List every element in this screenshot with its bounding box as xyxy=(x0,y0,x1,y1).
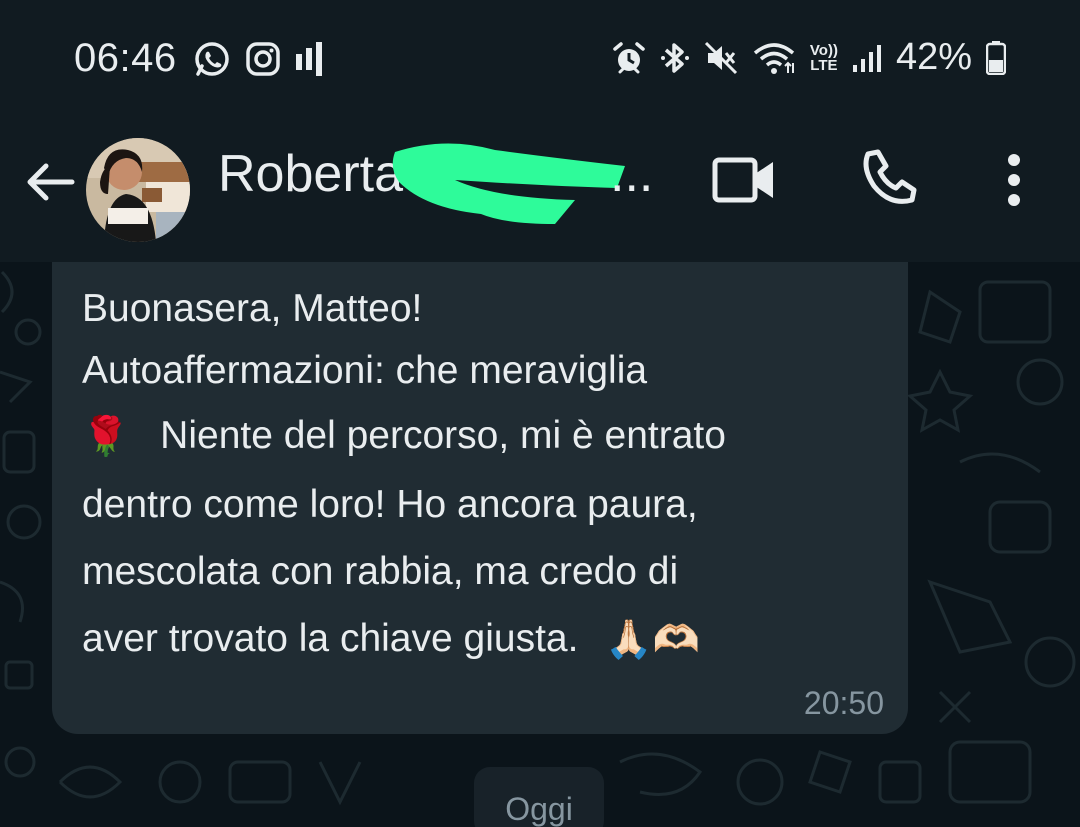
date-separator: Oggi xyxy=(474,767,604,827)
volte-icon: Vo)) LTE xyxy=(810,43,838,73)
instagram-icon xyxy=(246,42,280,76)
message-line: aver trovato la chiave giusta. 🙏🏻🫶🏻 xyxy=(82,605,882,674)
video-call-icon[interactable] xyxy=(712,154,776,206)
volte-label-top: Vo)) xyxy=(809,41,838,59)
chat-area[interactable]: Buonasera, Matteo! Autoaffermazioni: che… xyxy=(0,262,1080,827)
date-separator-label: Oggi xyxy=(505,791,573,827)
message-text: Buonasera, Matteo! Autoaffermazioni: che… xyxy=(82,278,882,674)
message-line-text: aver trovato la chiave giusta. xyxy=(82,617,579,661)
contact-name[interactable]: Roberta xyxy=(218,144,403,204)
message-line: 🌹 Niente del percorso, mi è entrato xyxy=(82,402,882,471)
notification-icons xyxy=(193,40,325,78)
system-icons: Vo)) LTE 42% xyxy=(612,36,1006,79)
message-line-text: Niente del percorso, mi è entrato xyxy=(160,414,726,457)
message-line: Buonasera, Matteo! xyxy=(82,287,423,330)
message-line: dentro come loro! Ho ancora paura, xyxy=(82,483,698,527)
bluetooth-icon xyxy=(660,42,689,73)
cell-signal-icon xyxy=(852,44,881,72)
message-time: 20:50 xyxy=(803,685,884,721)
battery-percent: 42% xyxy=(895,36,972,78)
whatsapp-icon xyxy=(195,42,229,76)
pray-heart-emojis: 🙏🏻🫶🏻 xyxy=(605,619,700,662)
battery-icon xyxy=(986,40,1006,75)
wifi-icon xyxy=(753,42,795,74)
mute-icon xyxy=(704,41,737,74)
clock: 06:46 xyxy=(74,36,177,80)
phone-icon[interactable] xyxy=(860,148,918,206)
alarm-icon xyxy=(613,41,645,73)
more-options-icon[interactable] xyxy=(1002,150,1026,210)
status-bar: 06:46 Vo)) LTE 42% xyxy=(0,0,1080,118)
message-bubble[interactable]: Buonasera, Matteo! Autoaffermazioni: che… xyxy=(52,262,908,734)
chat-header: Roberta ... xyxy=(0,118,1080,263)
signal-bars-icon xyxy=(296,42,322,76)
avatar[interactable] xyxy=(86,138,190,242)
message-line: Autoaffermazioni: che meraviglia xyxy=(82,349,648,392)
rose-emoji: 🌹 xyxy=(82,416,130,459)
message-line: mescolata con rabbia, ma credo di xyxy=(82,550,679,594)
volte-label-bottom: LTE xyxy=(810,56,838,74)
redaction-scribble xyxy=(392,143,625,224)
name-ellipsis: ... xyxy=(610,145,654,203)
back-arrow-icon[interactable] xyxy=(22,154,78,210)
